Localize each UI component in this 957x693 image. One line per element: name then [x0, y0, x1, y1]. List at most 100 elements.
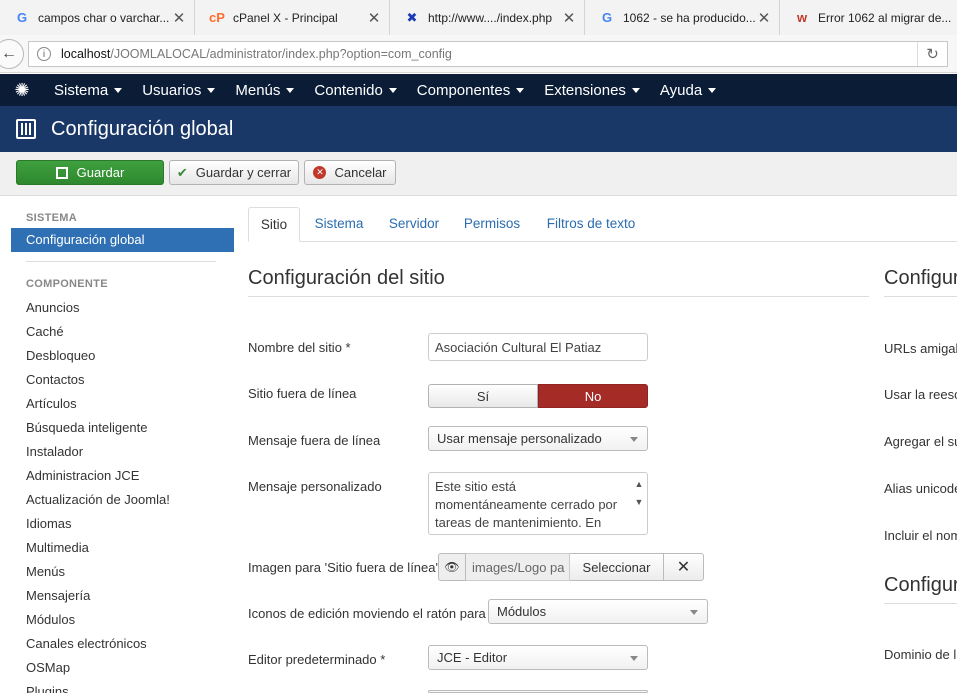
offline-toggle[interactable]: Sí No	[428, 384, 648, 408]
sidebar-header-system: SISTEMA	[26, 212, 77, 224]
reload-icon[interactable]: ↻	[917, 42, 947, 66]
menu-usuarios[interactable]: Usuarios	[132, 82, 225, 99]
sidebar-divider	[26, 261, 216, 262]
tab-permisos[interactable]: Permisos	[456, 207, 528, 242]
edit-icon	[55, 166, 68, 179]
site-name-label: Nombre del sitio *	[248, 340, 351, 355]
sidebar-item[interactable]: Actualización de Joomla!	[11, 488, 234, 512]
default-editor-select[interactable]: JCE - Editor	[428, 645, 648, 670]
browser-tab[interactable]: G 1062 - se ha producido... ✕	[585, 0, 780, 35]
menu-sistema[interactable]: Sistema	[44, 82, 132, 99]
caret-down-icon	[114, 88, 123, 94]
seo-label: Agregar el su	[884, 434, 957, 449]
offline-image-label: Imagen para 'Sitio fuera de línea'	[248, 560, 438, 575]
site-name-input[interactable]	[428, 333, 648, 361]
browser-tab-title: cPanel X - Principal	[233, 10, 338, 25]
sidebar-item[interactable]: Contactos	[11, 368, 234, 392]
textarea-scrollbar[interactable]: ▲ ▼	[633, 475, 645, 511]
menu-contenido[interactable]: Contenido	[304, 82, 406, 99]
close-icon[interactable]: ✕	[367, 9, 381, 27]
browser-tab[interactable]: w Error 1062 al migrar de...	[780, 0, 957, 35]
select-image-button[interactable]: Seleccionar	[570, 553, 664, 581]
offline-no-button[interactable]: No	[538, 384, 648, 408]
page-header: Configuración global	[0, 106, 957, 152]
caret-down-icon	[631, 88, 640, 94]
edit-icons-select[interactable]: Módulos	[488, 599, 708, 624]
sidebar-item[interactable]: Idiomas	[11, 512, 234, 536]
close-icon: ✕	[676, 559, 691, 576]
offline-image-field: 👁 images/Logo pa Seleccionar ✕	[438, 553, 704, 581]
chevron-down-icon	[690, 610, 698, 615]
menu-menus[interactable]: Menús	[225, 82, 304, 99]
section-title-seo: Configur	[884, 267, 957, 289]
seo-label: Usar la reesc	[884, 387, 957, 402]
browser-tab-title: campos char o varchar...	[38, 10, 170, 25]
tab-filtros-texto[interactable]: Filtros de texto	[538, 207, 644, 242]
joomla-logo-icon[interactable]: ✺	[0, 80, 44, 101]
sidebar-item[interactable]: Módulos	[11, 608, 234, 632]
config-tabs: Sitio Sistema Servidor Permisos Filtros …	[248, 207, 957, 242]
back-button[interactable]: ←	[0, 39, 24, 69]
section-divider	[884, 603, 957, 604]
web-icon: w	[796, 10, 808, 25]
url-field[interactable]: i localhost/JOOMLALOCAL/administrator/in…	[28, 41, 948, 67]
cancel-icon: ✕	[313, 166, 327, 179]
browser-tab-title: 1062 - se ha producido...	[623, 10, 756, 25]
sidebar-item[interactable]: Artículos	[11, 392, 234, 416]
cancel-button[interactable]: ✕ Cancelar	[304, 160, 396, 185]
cookie-domain-label: Dominio de l	[884, 647, 957, 662]
sidebar-item[interactable]: Anuncios	[11, 296, 234, 320]
google-icon: G	[16, 10, 28, 25]
sidebar-item[interactable]: Caché	[11, 320, 234, 344]
tab-servidor[interactable]: Servidor	[382, 207, 446, 242]
browser-tab-bar: G campos char o varchar... ✕ cP cPanel X…	[0, 0, 957, 35]
sidebar-item[interactable]: Búsqueda inteligente	[11, 416, 234, 440]
menu-componentes[interactable]: Componentes	[407, 82, 534, 99]
custom-message-textarea[interactable]: Este sitio está momentáneamente cerrado …	[428, 472, 648, 535]
sidebar-item[interactable]: Desbloqueo	[11, 344, 234, 368]
browser-tab-title: Error 1062 al migrar de...	[818, 10, 951, 25]
browser-tab[interactable]: cP cPanel X - Principal ✕	[195, 0, 390, 35]
page-title: Configuración global	[51, 117, 234, 140]
sidebar-item-global-config[interactable]: Configuración global	[11, 228, 234, 252]
sidebar-item[interactable]: Canales electrónicos	[11, 632, 234, 656]
tab-sitio[interactable]: Sitio	[248, 207, 300, 242]
address-bar-row: ← i localhost/JOOMLALOCAL/administrator/…	[0, 35, 957, 73]
menu-extensiones[interactable]: Extensiones	[534, 82, 650, 99]
chevron-down-icon	[630, 437, 638, 442]
info-icon[interactable]: i	[37, 47, 51, 61]
tab-sistema[interactable]: Sistema	[306, 207, 372, 242]
sidebar-item[interactable]: Multimedia	[11, 536, 234, 560]
close-icon[interactable]: ✕	[562, 9, 576, 27]
offline-yes-button[interactable]: Sí	[428, 384, 538, 408]
admin-navbar: ✺ Sistema Usuarios Menús Contenido Compo…	[0, 74, 957, 106]
browser-tab-title: http://www..../index.php	[428, 10, 553, 25]
section-divider	[884, 296, 957, 297]
url-text: localhost/JOOMLALOCAL/administrator/inde…	[61, 47, 452, 61]
offline-message-select[interactable]: Usar mensaje personalizado	[428, 426, 648, 451]
sidebar-item[interactable]: Mensajería	[11, 584, 234, 608]
clear-image-button[interactable]: ✕	[664, 553, 704, 581]
menu-ayuda[interactable]: Ayuda	[650, 82, 726, 99]
save-button[interactable]: Guardar	[16, 160, 164, 185]
section-title-site: Configuración del sitio	[248, 267, 445, 289]
eye-icon[interactable]: 👁	[438, 553, 466, 581]
browser-tab[interactable]: G campos char o varchar... ✕	[0, 0, 195, 35]
sidebar-item[interactable]: Plugins	[11, 680, 234, 693]
browser-tab[interactable]: ✖ http://www..../index.php ✕	[390, 0, 585, 35]
caret-down-icon	[207, 88, 216, 94]
sidebar-item[interactable]: Administracion JCE	[11, 464, 234, 488]
sidebar-item[interactable]: Instalador	[11, 440, 234, 464]
save-close-button[interactable]: ✔ Guardar y cerrar	[169, 160, 299, 185]
cpanel-icon: cP	[209, 10, 225, 25]
equalizer-icon	[16, 119, 36, 139]
close-icon[interactable]: ✕	[172, 9, 186, 27]
seo-label: Alias unicode	[884, 481, 957, 496]
google-icon: G	[601, 10, 613, 25]
sidebar-item[interactable]: Menús	[11, 560, 234, 584]
close-icon[interactable]: ✕	[757, 9, 771, 27]
caret-down-icon	[286, 88, 295, 94]
caret-down-icon	[516, 88, 525, 94]
sidebar-item[interactable]: OSMap	[11, 656, 234, 680]
section-divider	[248, 296, 869, 297]
